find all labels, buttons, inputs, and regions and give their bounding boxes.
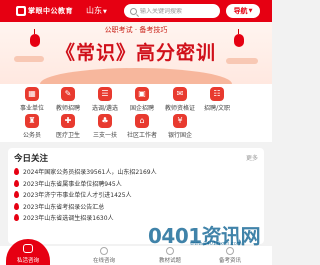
search-icon [130, 7, 137, 15]
quick-link-bank[interactable]: ¥ 银行国企 [160, 114, 200, 142]
certificate-icon: ✉ [173, 87, 187, 101]
quick-link-company[interactable]: ▣ 国企招聘 [122, 87, 162, 115]
select-icon: ☰ [98, 87, 112, 101]
tab-label: 在线咨询 [92, 258, 115, 264]
fire-icon [14, 191, 19, 199]
quick-link-teacher[interactable]: ✎ 教师招聘 [48, 87, 88, 115]
quick-link-label: 医疗卫生 [55, 132, 80, 139]
quick-link-shiye[interactable]: ▦ 事业单位 [12, 87, 52, 115]
news-title: 2024年国家公务员招录39561人，山东招2169人 [23, 169, 157, 177]
news-title: 2023年山东省选调生招录1630人 [23, 215, 114, 223]
banner-title: 《常识》高分密训 [55, 42, 216, 64]
community-icon: ⌂ [135, 114, 149, 128]
quick-link-label: 招聘/文职 [203, 105, 231, 112]
quick-link-label: 教师招聘 [55, 105, 80, 112]
tab-label: 备考资讯 [218, 258, 241, 264]
chevron-down-icon: ▼ [248, 8, 253, 14]
news-list: 2024年国家公务员招录39561人，山东招2169人 2023年山东省属事业单… [14, 166, 258, 224]
brand-logo[interactable]: 掌眼中公教育 [16, 5, 73, 17]
news-item[interactable]: 2024年国家公务员招录39561人，山东招2169人 [14, 166, 258, 178]
chevron-down-icon: ▼ [103, 9, 107, 15]
news-item[interactable]: 2023年山东省考招录公告汇总 [14, 201, 258, 213]
region-selector[interactable]: 山东▼ [86, 5, 107, 16]
quick-link-grid: ▦ 事业单位 ✎ 教师招聘 ☰ 选调/遴选 ▣ 国企招聘 ✉ 教师资格证 ☷ 招… [0, 84, 272, 142]
tab-online[interactable]: 在线咨询 [74, 246, 134, 265]
quick-link-label: 公务员 [22, 132, 41, 139]
tab-label: 私活咨询 [16, 258, 39, 264]
tab-label: 教材试题 [158, 258, 181, 264]
quick-link-label: 银行国企 [167, 132, 192, 139]
quick-link-label: 社区工作者 [126, 132, 157, 139]
company-icon: ▣ [135, 87, 149, 101]
civil-servant-icon: ♜ [25, 114, 39, 128]
promo-banner[interactable]: 公职考试 · 备考技巧 《常识》高分密训 [0, 22, 272, 84]
bank-icon: ¥ [173, 114, 187, 128]
quick-link-community[interactable]: ⌂ 社区工作者 [122, 114, 162, 142]
quick-link-label: 事业单位 [19, 105, 44, 112]
logo-icon [16, 6, 26, 16]
section-title: 今日关注 [14, 154, 49, 164]
news-title: 2023年山东省属事业单位招聘945人 [23, 180, 122, 188]
chat-icon [23, 244, 33, 253]
more-link[interactable]: 更多 [246, 153, 258, 162]
quick-link-label: 国企招聘 [129, 105, 154, 112]
quick-link-label: 教师资格证 [164, 105, 195, 112]
search-box[interactable] [124, 4, 220, 18]
news-title: 2023年山东省考招录公告汇总 [23, 203, 105, 211]
quick-link-certificate[interactable]: ✉ 教师资格证 [160, 87, 200, 115]
logo-text: 掌眼中公教育 [28, 7, 73, 15]
quick-link-job[interactable]: ☷ 招聘/文职 [197, 87, 237, 115]
quick-link-support[interactable]: ♣ 三支一扶 [85, 114, 125, 142]
quick-link-medical[interactable]: ✚ 医疗卫生 [48, 114, 88, 142]
quick-link-label: 选调/遴选 [91, 105, 119, 112]
quick-link-civil-servant[interactable]: ♜ 公务员 [12, 114, 52, 142]
search-input[interactable] [140, 7, 218, 15]
fire-icon [14, 214, 19, 222]
medical-icon: ✚ [61, 114, 75, 128]
support-icon: ♣ [98, 114, 112, 128]
quick-link-label: 三支一扶 [92, 132, 117, 139]
region-label: 山东 [86, 6, 102, 15]
top-header: 掌眼中公教育 山东▼ 导航▼ [0, 0, 272, 22]
banner-subtitle: 公职考试 · 备考技巧 [104, 26, 168, 34]
nav-menu-button[interactable]: 导航 ▼ [226, 4, 260, 18]
fire-icon [14, 202, 19, 210]
fire-icon [14, 179, 19, 187]
building-icon: ▦ [25, 87, 39, 101]
news-item[interactable]: 2023年济宁市事业单位人才引进1425人 [14, 189, 258, 201]
job-icon: ☷ [210, 87, 224, 101]
fire-icon [14, 168, 19, 176]
quick-link-select[interactable]: ☰ 选调/遴选 [85, 87, 125, 115]
teacher-icon: ✎ [61, 87, 75, 101]
online-icon [100, 247, 108, 255]
watermark-url: www.0401zixun.com [190, 241, 242, 247]
news-title: 2023年济宁市事业单位人才引进1425人 [23, 192, 132, 200]
nav-label: 导航 [233, 7, 248, 15]
news-item[interactable]: 2023年山东省属事业单位招聘945人 [14, 178, 258, 190]
